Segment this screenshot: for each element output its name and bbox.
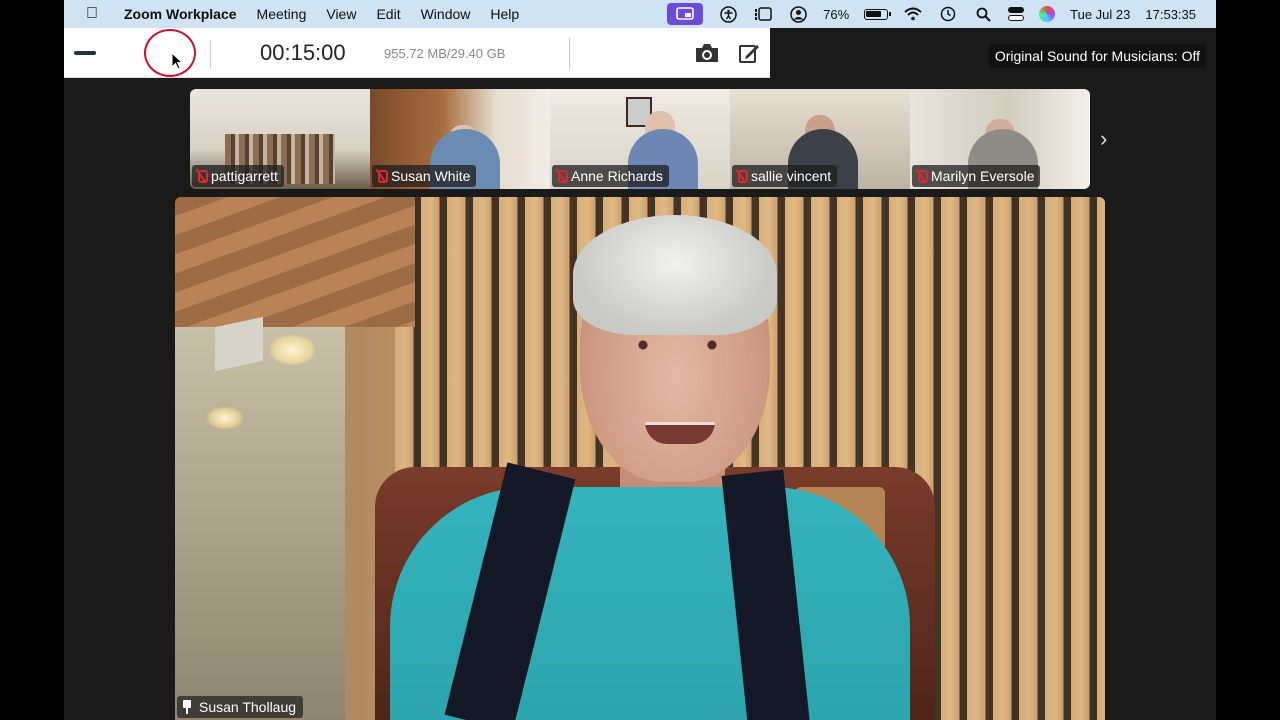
app-menu[interactable]: Zoom Workplace: [124, 6, 237, 22]
time-machine-icon[interactable]: [938, 4, 958, 24]
wood-ceiling: [175, 197, 415, 327]
menu-view[interactable]: View: [326, 6, 356, 22]
chevron-right-icon[interactable]: ›: [1100, 126, 1107, 152]
stage-manager-icon[interactable]: [753, 4, 773, 24]
menu-help[interactable]: Help: [490, 6, 519, 22]
battery-icon[interactable]: [864, 8, 892, 20]
active-speaker-name-tag: Susan Thollaug: [177, 696, 304, 718]
participant-name: Anne Richards: [571, 168, 663, 184]
speaker-eyes: [620, 339, 735, 351]
participant-name: Susan White: [391, 168, 471, 184]
mic-muted-icon: [736, 169, 748, 183]
participant-name: pattigarrett: [211, 168, 278, 184]
screen-share-icon[interactable]: [667, 3, 704, 25]
mouse-cursor-icon: [171, 52, 183, 70]
camera-icon[interactable]: [694, 42, 720, 64]
recording-timer: 00:15:00: [260, 40, 346, 65]
speaker-hair: [573, 215, 777, 335]
minimize-icon[interactable]: [74, 51, 96, 55]
participant-name-tag: sallie vincent: [732, 165, 838, 187]
annotate-icon[interactable]: [738, 42, 760, 64]
apple-icon[interactable]: : [86, 5, 108, 23]
user-account-icon[interactable]: [788, 4, 808, 24]
wifi-icon[interactable]: [903, 4, 923, 24]
menu-window[interactable]: Window: [421, 6, 471, 22]
spotlight-search-icon[interactable]: [973, 4, 993, 24]
participant-tile[interactable]: sallie vincent: [730, 89, 910, 189]
participant-tile[interactable]: Anne Richards: [550, 89, 730, 189]
mic-muted-icon: [556, 169, 568, 183]
siri-icon[interactable]: [1039, 6, 1056, 22]
mac-screen:  Zoom Workplace Meeting View Edit Windo…: [64, 0, 1216, 720]
wall-lamp: [207, 407, 243, 429]
recording-storage: 955.72 MB/29.40 GB: [384, 46, 506, 61]
menu-edit[interactable]: Edit: [376, 6, 400, 22]
participant-name-tag: pattigarrett: [192, 165, 284, 187]
participant-name-tag: Marilyn Eversole: [912, 165, 1041, 187]
letterbox-left: [0, 0, 64, 720]
accessibility-icon[interactable]: [718, 4, 738, 24]
menu-bar:  Zoom Workplace Meeting View Edit Windo…: [64, 0, 1216, 28]
screen-recorder-toolbar: 00:15:00 955.72 MB/29.40 GB: [64, 28, 770, 78]
speaker-smile: [645, 422, 715, 444]
mic-muted-icon: [376, 169, 388, 183]
participant-name: sallie vincent: [751, 168, 832, 184]
stop-recording-button[interactable]: [144, 29, 196, 77]
menu-meeting[interactable]: Meeting: [257, 6, 307, 22]
mic-muted-icon: [196, 169, 208, 183]
participant-tile[interactable]: pattigarrett: [190, 89, 370, 189]
wall-lamp: [270, 335, 315, 365]
toolbar-divider: [210, 40, 211, 68]
toolbar-divider: [569, 38, 570, 70]
control-center-icon[interactable]: [1008, 7, 1025, 21]
pin-icon: [182, 700, 192, 714]
participant-tile[interactable]: Marilyn Eversole: [910, 89, 1090, 189]
participant-tile[interactable]: Susan White: [370, 89, 550, 189]
active-speaker-name: Susan Thollaug: [199, 699, 297, 715]
status-area: 76% Tue Jul 23 17:53:35: [667, 0, 1196, 28]
menubar-date[interactable]: Tue Jul 23: [1070, 7, 1130, 22]
active-speaker-video[interactable]: Susan Thollaug: [175, 197, 1105, 720]
battery-percent: 76%: [823, 6, 850, 22]
participant-name-tag: Anne Richards: [552, 165, 669, 187]
original-sound-status[interactable]: Original Sound for Musicians: Off: [988, 44, 1206, 68]
participant-name: Marilyn Eversole: [931, 168, 1035, 184]
mic-muted-icon: [916, 169, 928, 183]
participant-strip: pattigarrett Susan White Anne Richards s…: [190, 89, 1090, 189]
side-wall: [175, 327, 345, 720]
menubar-clock[interactable]: 17:53:35: [1145, 7, 1196, 22]
letterbox-right: [1216, 0, 1280, 720]
participant-name-tag: Susan White: [372, 165, 477, 187]
